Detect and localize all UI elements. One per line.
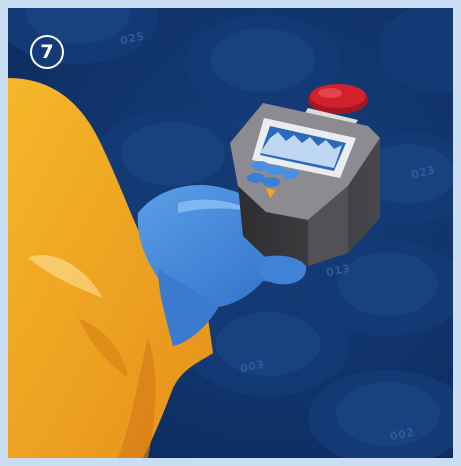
illustration-frame: 025 023 013 003 002 7 [0, 0, 461, 466]
illustration-scene: 025 023 013 003 002 7 [8, 8, 453, 458]
device-button-lower-right [262, 177, 280, 187]
step-number-badge: 7 [30, 35, 64, 69]
step-number: 7 [32, 37, 62, 67]
device-button-right [281, 169, 299, 179]
scene-artwork [8, 8, 453, 458]
